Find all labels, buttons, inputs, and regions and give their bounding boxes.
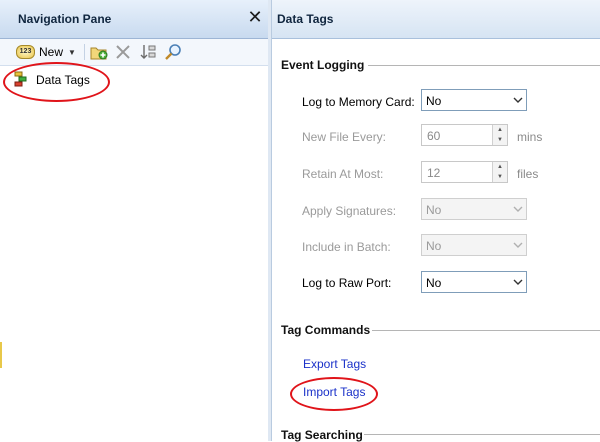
new-button[interactable]: 123 New ▼ (16, 43, 76, 61)
navigation-pane: Navigation Pane ✕ 123 New ▼ Data Tags (0, 0, 269, 441)
include-in-batch-label: Include in Batch: (302, 240, 391, 254)
select-value: No (426, 239, 442, 253)
spin-up-icon[interactable]: ▲ (493, 125, 507, 135)
pane-splitter[interactable] (268, 0, 272, 441)
sort-icon[interactable] (139, 43, 157, 61)
navigation-pane-header: Navigation Pane ✕ (0, 0, 268, 39)
new-file-every-label: New File Every: (302, 130, 387, 144)
new-tag-badge-icon: 123 (16, 45, 35, 59)
import-tags-link[interactable]: Import Tags (303, 385, 365, 399)
stepper-buttons: ▲ ▼ (492, 125, 507, 145)
new-button-label: New (39, 45, 64, 59)
toolbar-separator (84, 44, 85, 60)
log-to-raw-port-label: Log to Raw Port: (302, 276, 392, 290)
page-title: Data Tags (277, 12, 334, 26)
navigation-toolbar: 123 New ▼ (0, 39, 268, 66)
retain-at-most-stepper[interactable]: 12 ▲ ▼ (421, 161, 508, 183)
new-file-every-stepper[interactable]: 60 ▲ ▼ (421, 124, 508, 146)
section-divider (372, 330, 600, 331)
stepper-buttons: ▲ ▼ (492, 162, 507, 182)
chevron-down-icon (513, 206, 523, 212)
pane-edge-marker (0, 342, 2, 368)
log-to-memory-card-select[interactable]: No (421, 89, 527, 111)
navigation-pane-title: Navigation Pane (18, 12, 112, 26)
section-divider (368, 65, 600, 66)
log-to-memory-card-label: Log to Memory Card: (302, 95, 415, 109)
tree-item-data-tags[interactable]: Data Tags (14, 70, 90, 90)
select-value: No (426, 203, 442, 217)
retain-at-most-label: Retain At Most: (302, 167, 384, 181)
stepper-value: 60 (427, 129, 441, 143)
event-logging-section-title: Event Logging (281, 58, 365, 72)
export-tags-link[interactable]: Export Tags (303, 357, 366, 371)
include-in-batch-select: No (421, 234, 527, 256)
close-pane-button[interactable]: ✕ (246, 8, 264, 26)
data-tags-icon (14, 71, 30, 90)
spin-down-icon[interactable]: ▼ (493, 172, 507, 182)
tag-searching-section-title: Tag Searching (281, 428, 363, 442)
apply-signatures-label: Apply Signatures: (302, 204, 397, 218)
chevron-down-icon (513, 279, 523, 285)
tag-commands-section-title: Tag Commands (281, 323, 371, 337)
chevron-down-icon (513, 242, 523, 248)
retain-at-most-unit: files (517, 167, 539, 181)
section-divider (364, 434, 600, 435)
new-file-every-unit: mins (517, 130, 543, 144)
new-folder-icon[interactable] (90, 43, 108, 61)
spin-up-icon[interactable]: ▲ (493, 162, 507, 172)
apply-signatures-select: No (421, 198, 527, 220)
tree-item-label: Data Tags (36, 73, 90, 87)
log-to-raw-port-select[interactable]: No (421, 271, 527, 293)
chevron-down-icon (513, 97, 523, 103)
data-tags-header: Data Tags (272, 0, 600, 39)
chevron-down-icon[interactable]: ▼ (68, 48, 76, 57)
stepper-value: 12 (427, 166, 441, 180)
delete-icon[interactable] (114, 43, 132, 61)
select-value: No (426, 94, 442, 108)
select-value: No (426, 276, 442, 290)
spin-down-icon[interactable]: ▼ (493, 135, 507, 145)
search-icon[interactable] (164, 43, 182, 61)
